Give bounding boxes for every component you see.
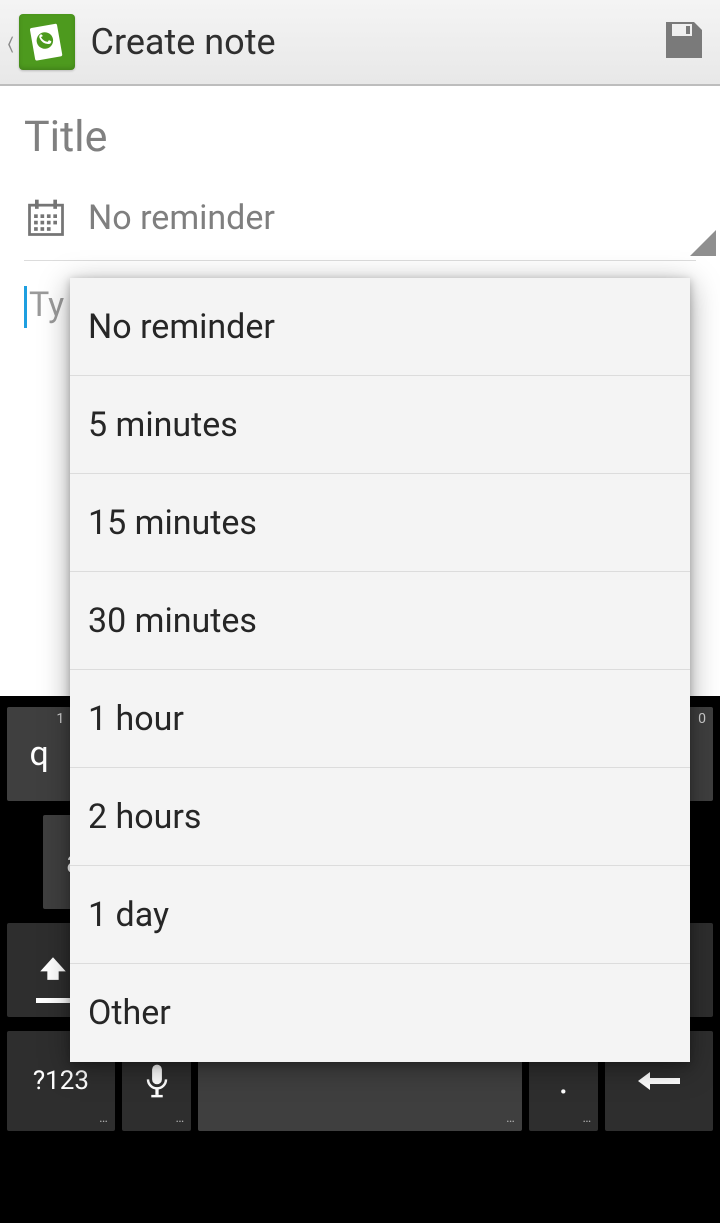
app-icon[interactable] (19, 14, 75, 70)
save-icon (660, 16, 708, 64)
back-chevron-icon[interactable]: ‹ (7, 18, 16, 67)
action-bar: ‹ Create note (0, 0, 720, 86)
reminder-option[interactable]: 2 hours (70, 768, 690, 866)
calendar-icon (24, 196, 68, 240)
reminder-option[interactable]: No reminder (70, 278, 690, 376)
spinner-indicator-icon (690, 230, 716, 256)
save-button[interactable] (660, 16, 708, 68)
reminder-option[interactable]: Other (70, 964, 690, 1062)
text-cursor (24, 286, 27, 328)
enter-icon (635, 1067, 683, 1095)
reminder-option[interactable]: 5 minutes (70, 376, 690, 474)
reminder-selected-label: No reminder (88, 198, 696, 238)
reminder-option[interactable]: 15 minutes (70, 474, 690, 572)
reminder-option[interactable]: 1 hour (70, 670, 690, 768)
key-q[interactable]: 1q (7, 707, 71, 801)
shift-icon (36, 953, 70, 987)
body-placeholder-text: Ty (29, 285, 64, 325)
reminder-spinner[interactable]: No reminder (24, 190, 696, 246)
reminder-dropdown: No reminder 5 minutes 15 minutes 30 minu… (70, 278, 690, 1062)
mic-icon (144, 1063, 170, 1099)
page-title: Create note (91, 21, 660, 63)
title-input[interactable]: Title (24, 112, 696, 190)
reminder-option[interactable]: 30 minutes (70, 572, 690, 670)
reminder-option[interactable]: 1 day (70, 866, 690, 964)
